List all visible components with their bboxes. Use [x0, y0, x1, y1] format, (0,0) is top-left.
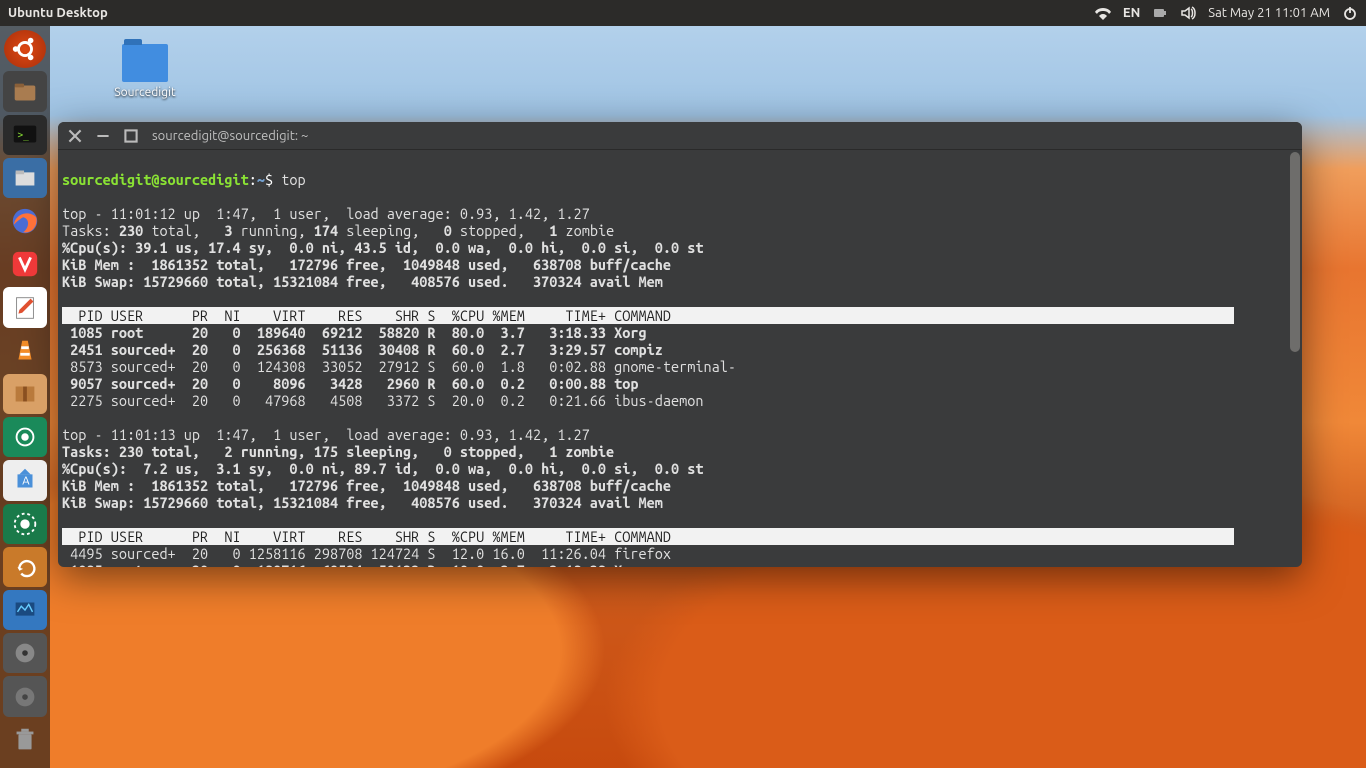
- table-row: 2451 sourced+ 20 0 256368 51136 30408 R …: [62, 341, 663, 358]
- nautilus-icon[interactable]: [3, 158, 47, 198]
- tasks-sleeping-1: 174: [314, 222, 338, 239]
- clock-datetime[interactable]: Sat May 21 11:01 AM: [1208, 6, 1330, 20]
- files-icon[interactable]: [3, 71, 47, 111]
- table-row: 1085 root 20 0 189716 69524 59132 R 10.0…: [62, 562, 647, 567]
- terminal-titlebar[interactable]: sourcedigit@sourcedigit: ~: [58, 122, 1302, 150]
- desktop-folder-label: Sourcedigit: [100, 86, 190, 99]
- close-icon[interactable]: [68, 129, 82, 143]
- ubuntu-dash-icon[interactable]: [4, 30, 46, 68]
- terminal-window: sourcedigit@sourcedigit: ~ sourcedigit@s…: [58, 122, 1302, 567]
- vivaldi-icon[interactable]: [3, 244, 47, 284]
- firefox-icon[interactable]: [3, 201, 47, 241]
- table-row: 8573 sourced+ 20 0 124308 33052 27912 S …: [62, 358, 736, 375]
- software-center-icon[interactable]: A: [3, 460, 47, 500]
- tasks-running-1: 3: [224, 222, 232, 239]
- trash-icon[interactable]: [3, 720, 47, 760]
- prompt-dollar: $: [265, 171, 273, 188]
- disks-icon[interactable]: [3, 633, 47, 673]
- active-window-title: Ubuntu Desktop: [8, 6, 108, 20]
- prompt-colon: :: [249, 171, 257, 188]
- folder-icon: [122, 44, 168, 82]
- updates-icon[interactable]: [3, 547, 47, 587]
- power-icon[interactable]: [1342, 5, 1358, 21]
- table-row: 2275 sourced+ 20 0 47968 4508 3372 S 20.…: [62, 392, 703, 409]
- top-tasks-prefix: Tasks:: [62, 222, 119, 239]
- top-cpu-2: %Cpu(s): 7.2 us, 3.1 sy, 0.0 ni, 89.7 id…: [62, 460, 703, 477]
- system-monitor-icon[interactable]: [3, 590, 47, 630]
- help-icon[interactable]: [3, 676, 47, 716]
- terminal-body[interactable]: sourcedigit@sourcedigit:~$ top top - 11:…: [58, 150, 1302, 567]
- table-row: 9057 sourced+ 20 0 8096 3428 2960 R 60.0…: [62, 375, 639, 392]
- desktop-folder-sourcedigit[interactable]: Sourcedigit: [100, 44, 190, 99]
- minimize-icon[interactable]: [96, 129, 110, 143]
- top-cpu-1: %Cpu(s): 39.1 us, 17.4 sy, 0.0 ni, 43.5 …: [62, 239, 703, 256]
- tasks-stopped-1: 0: [444, 222, 452, 239]
- top-swap-1: KiB Swap: 15729660 total, 15321084 free,…: [62, 273, 663, 290]
- text-editor-icon[interactable]: [3, 287, 47, 327]
- terminal-launcher-icon[interactable]: >_: [3, 115, 47, 155]
- maximize-icon[interactable]: [124, 129, 138, 143]
- terminal-scrollbar[interactable]: [1290, 152, 1300, 352]
- top-uptime-2: top - 11:01:13 up 1:47, 1 user, load ave…: [62, 426, 590, 443]
- top-menu-bar: Ubuntu Desktop EN Sat May 21 11:01 AM: [0, 0, 1366, 26]
- battery-icon[interactable]: [1152, 5, 1168, 21]
- terminal-title: sourcedigit@sourcedigit: ~: [152, 129, 308, 143]
- top-columns-header-2: PID USER PR NI VIRT RES SHR S %CPU %MEM …: [62, 528, 1234, 545]
- top-process-rows-2: 4495 sourced+ 20 0 1258116 298708 124724…: [62, 545, 736, 567]
- tasks-total-1: 230: [119, 222, 143, 239]
- top-swap-2: KiB Swap: 15729660 total, 15321084 free,…: [62, 494, 663, 511]
- top-uptime-1: top - 11:01:12 up 1:47, 1 user, load ave…: [62, 205, 590, 222]
- prompt-path: ~: [257, 171, 265, 188]
- top-mem-2: KiB Mem : 1861352 total, 172796 free, 10…: [62, 477, 671, 494]
- launcher-dock: >_ A: [0, 26, 50, 768]
- input-language-indicator[interactable]: EN: [1123, 6, 1140, 20]
- table-row: 4495 sourced+ 20 0 1258116 298708 124724…: [62, 545, 671, 562]
- table-row: 1085 root 20 0 189640 69212 58820 R 80.0…: [62, 324, 647, 341]
- top-mem-1: KiB Mem : 1861352 total, 172796 free, 10…: [62, 256, 671, 273]
- prompt-command: top: [281, 171, 305, 188]
- screenshot-icon[interactable]: [3, 417, 47, 457]
- archive-icon[interactable]: [3, 374, 47, 414]
- volume-icon[interactable]: [1180, 5, 1196, 21]
- top-tasks-2: Tasks: 230 total, 2 running, 175 sleepin…: [62, 443, 614, 460]
- svg-text:>_: >_: [18, 130, 30, 141]
- prompt-userhost: sourcedigit@sourcedigit: [62, 171, 249, 188]
- network-icon[interactable]: [1095, 5, 1111, 21]
- vlc-icon[interactable]: [3, 331, 47, 371]
- settings-icon[interactable]: [3, 504, 47, 544]
- svg-text:A: A: [22, 476, 30, 488]
- top-columns-header-1: PID USER PR NI VIRT RES SHR S %CPU %MEM …: [62, 307, 1234, 324]
- top-process-rows-1: 1085 root 20 0 189640 69212 58820 R 80.0…: [62, 324, 736, 409]
